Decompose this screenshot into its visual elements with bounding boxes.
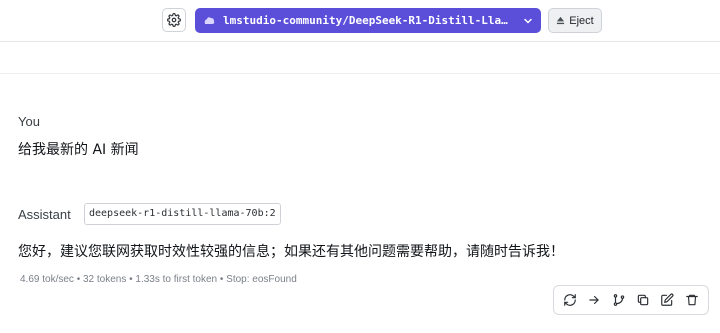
delete-button[interactable] [682,290,702,310]
copy-icon [636,293,650,307]
settings-button[interactable] [162,8,186,32]
continue-button[interactable] [584,290,604,310]
gear-icon [167,13,181,27]
message-actions-bar [553,285,709,315]
generation-stats: 4.69 tok/sec • 32 tokens • 1.33s to firs… [20,274,297,285]
copy-button[interactable] [633,290,653,310]
branch-icon [612,293,626,307]
regenerate-icon [563,293,577,307]
model-icon [203,16,215,26]
divider [0,73,720,74]
user-message: 给我最新的 AI 新闻 [18,142,139,158]
top-toolbar: lmstudio-community/DeepSeek-R1-Distill-L… [0,0,720,42]
model-selector[interactable]: lmstudio-community/DeepSeek-R1-Distill-L… [195,8,541,33]
assistant-message: 您好，建议您联网获取时效性较强的信息；如果还有其他问题需要帮助，请随时告诉我！ [18,244,564,260]
regenerate-button[interactable] [560,290,580,310]
branch-button[interactable] [609,290,629,310]
trash-icon [685,293,699,307]
edit-icon [660,293,674,307]
model-selector-label: lmstudio-community/DeepSeek-R1-Distill-L… [223,14,513,27]
user-role-label: You [18,114,40,129]
arrow-right-icon [587,293,601,307]
chevron-down-icon [523,16,533,26]
eject-icon [556,16,565,25]
eject-button[interactable]: Eject [548,8,602,33]
eject-button-label: Eject [569,14,594,27]
edit-button[interactable] [657,290,677,310]
assistant-role-label: Assistant [18,207,71,222]
assistant-model-tag: deepseek-r1-distill-llama-70b:2 [84,203,281,225]
